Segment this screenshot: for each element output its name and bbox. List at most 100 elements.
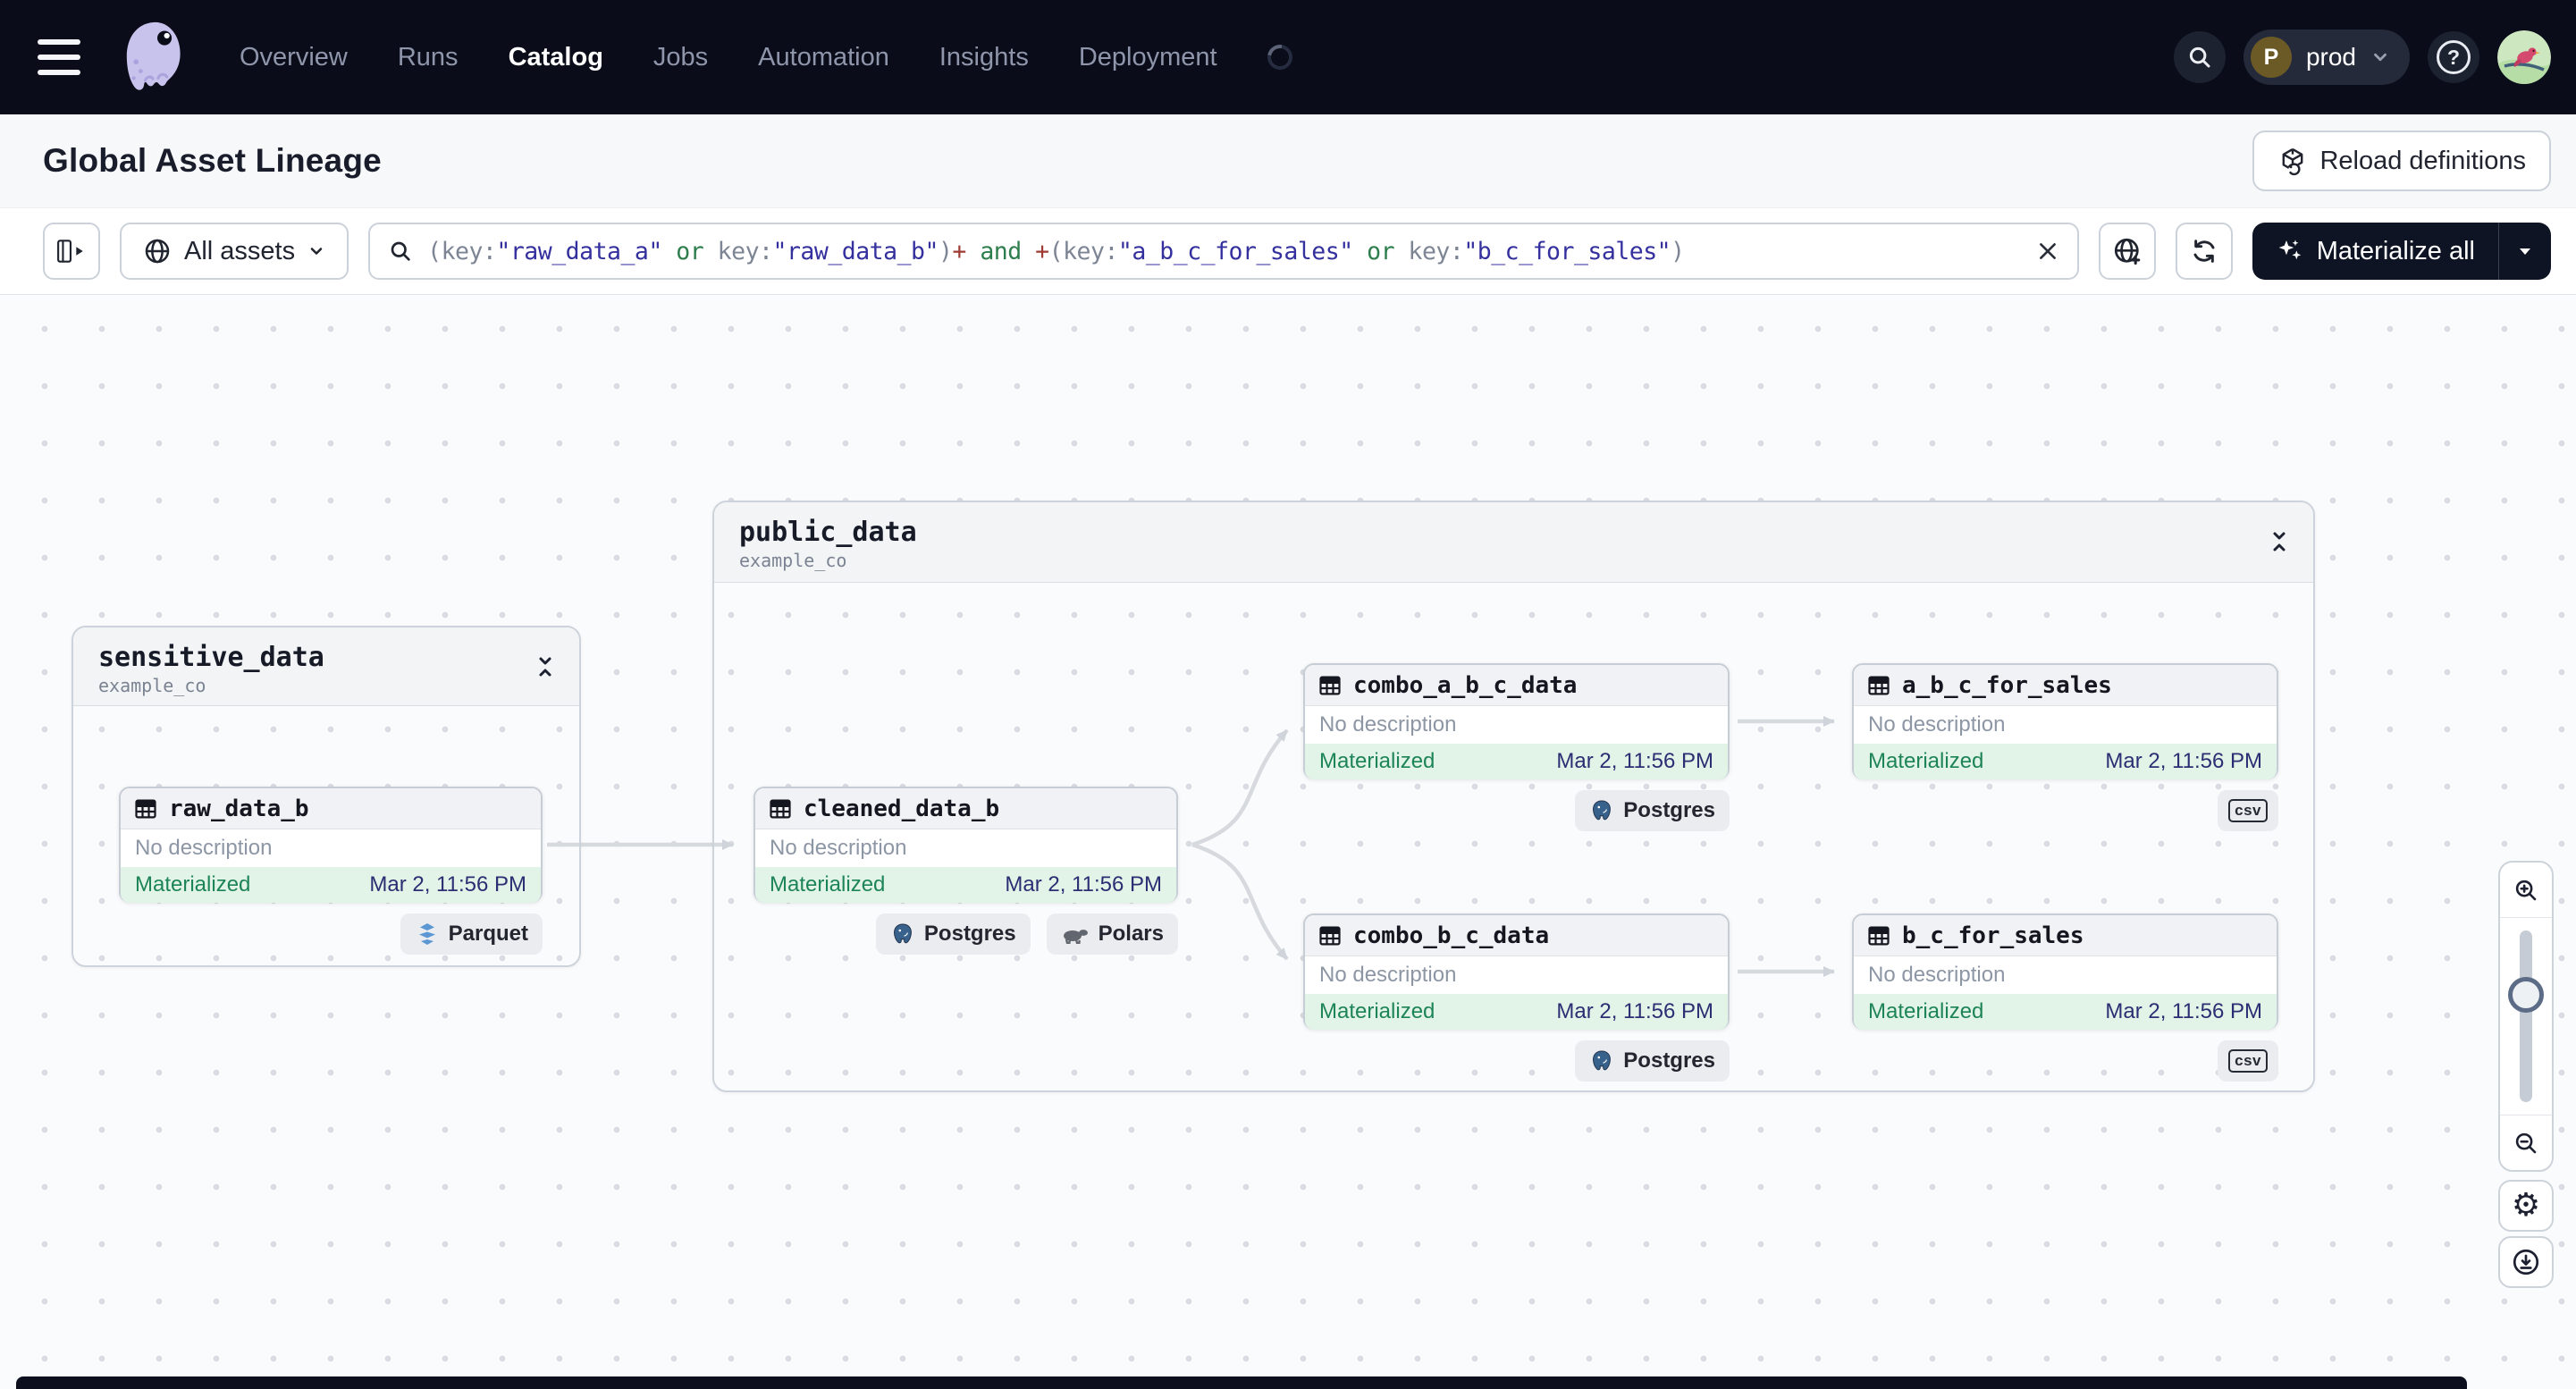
zoom-in-button[interactable] [2500,863,2552,918]
asset-node-raw-data-b[interactable]: raw_data_b No description Materialized M… [119,787,543,903]
refresh-button[interactable] [2175,223,2233,280]
deployment-switcher[interactable]: P prod [2243,29,2410,85]
node-header: combo_a_b_c_data [1305,665,1728,706]
asset-node-a-b-c-for-sales[interactable]: a_b_c_for_sales No description Materiali… [1852,663,2278,779]
parquet-icon [418,923,435,945]
page-header: Global Asset Lineage Reload definitions [0,114,2576,207]
reload-definitions-button[interactable]: Reload definitions [2252,130,2551,191]
kind-badge-csv[interactable]: csv [2218,1040,2278,1082]
nav-link-catalog[interactable]: Catalog [509,43,603,72]
open-in-new-scope-button[interactable] [2098,223,2156,280]
nav-link-overview[interactable]: Overview [240,43,348,72]
search-button[interactable] [2173,31,2226,83]
magnifier-icon [391,241,410,261]
reload-definitions-label: Reload definitions [2319,146,2526,175]
asset-scope-dropdown[interactable]: All assets [120,223,349,280]
zoom-in-icon [2515,880,2537,900]
reload-cube-icon [2283,147,2303,176]
deployment-avatar: P [2250,37,2292,78]
status-label: Materialized [135,872,251,897]
chevron-down-icon [2374,53,2387,62]
materialize-all-button[interactable]: Materialize all [2252,223,2498,280]
asset-node-cleaned-data-b[interactable]: cleaned_data_b No description Materializ… [753,787,1178,903]
dagster-logo[interactable] [120,20,189,95]
deployment-name: prod [2305,43,2356,71]
help-button[interactable]: ? [2428,31,2479,83]
kind-badge-postgres[interactable]: Postgres [875,913,1031,955]
group-location: example_co [98,675,206,696]
lineage-canvas[interactable]: sensitive_data example_co public_data ex… [0,295,2576,1389]
badge-row: Postgres [1303,790,1730,831]
table-icon [1319,926,1341,945]
zoom-out-button[interactable] [2500,1115,2552,1170]
clear-icon[interactable] [2036,240,2059,263]
asset-search-input[interactable]: (key:"raw_data_a" or key:"raw_data_b")+ … [368,223,2079,280]
search-icon [2189,46,2210,68]
materialize-options-button[interactable] [2499,223,2551,280]
asset-node-combo-b-c-data[interactable]: combo_b_c_data No description Materializ… [1303,913,1730,1030]
graph-settings-button[interactable]: ⚙ [2498,1180,2554,1232]
collapse-group-button[interactable] [527,649,563,685]
node-header: raw_data_b [121,788,541,829]
user-avatar[interactable] [2497,30,2551,84]
collapse-icon [539,657,551,677]
materialization-timestamp[interactable]: Mar 2, 11:56 PM [2105,999,2262,1024]
asset-name: cleaned_data_b [804,795,1000,822]
table-icon [135,799,156,818]
kind-badge-parquet[interactable]: Parquet [400,913,543,955]
materialization-timestamp[interactable]: Mar 2, 11:56 PM [2105,749,2262,774]
table-icon [1868,926,1890,945]
table-icon [770,799,791,818]
zoom-out-icon [2515,1132,2537,1153]
postgres-icon [893,923,912,944]
kind-badge-postgres[interactable]: Postgres [1575,1040,1730,1082]
refresh-icon [2193,240,2215,263]
badge-row: Parquet [119,913,543,955]
status-label: Materialized [1319,749,1435,773]
zoom-slider[interactable] [2500,918,2552,1115]
asset-node-combo-a-b-c-data[interactable]: combo_a_b_c_data No description Material… [1303,663,1730,779]
materialization-timestamp[interactable]: Mar 2, 11:56 PM [1556,749,1713,774]
polars-icon [1063,930,1088,944]
badge-row: Postgres Polars [753,913,1178,955]
badge-label: Postgres [1623,798,1715,822]
asset-name: raw_data_b [169,795,309,822]
kind-badge-csv[interactable]: csv [2218,790,2278,831]
node-header: cleaned_data_b [755,788,1176,829]
asset-scope-label: All assets [184,236,296,265]
asset-status-bar: Materialized Mar 2, 11:56 PM [1854,744,2277,779]
group-name: public_data [739,517,917,548]
zoom-slider-track[interactable] [2520,930,2532,1102]
csv-icon: csv [2228,799,2268,822]
nav-link-insights[interactable]: Insights [939,43,1029,72]
materialize-all-split-button: Materialize all [2252,223,2551,280]
download-icon [2513,1249,2539,1275]
materialization-timestamp[interactable]: Mar 2, 11:56 PM [369,872,526,897]
badge-row: csv [1852,790,2278,831]
nav-link-deployment[interactable]: Deployment [1079,43,1217,72]
hamburger-icon[interactable] [38,29,95,86]
search-query-text: (key:"raw_data_a" or key:"raw_data_b")+ … [427,237,1685,265]
nav-link-jobs[interactable]: Jobs [653,43,708,72]
toggle-sidebar-button[interactable] [43,223,100,280]
chevron-down-icon [2520,248,2530,255]
bottom-panel-edge[interactable] [16,1376,2467,1389]
collapse-group-button[interactable] [2261,524,2297,560]
materialization-timestamp[interactable]: Mar 2, 11:56 PM [1556,999,1713,1024]
nav-link-runs[interactable]: Runs [398,43,459,72]
asset-status-bar: Materialized Mar 2, 11:56 PM [1305,744,1728,779]
asset-node-b-c-for-sales[interactable]: b_c_for_sales No description Materialize… [1852,913,2278,1030]
nav-right-cluster: P prod ? [2173,29,2551,85]
app-window: Overview Runs Catalog Jobs Automation In… [0,0,2576,1389]
loading-spinner [1262,39,1298,75]
chevron-down-icon [310,248,323,255]
zoom-slider-handle[interactable] [2508,977,2544,1013]
status-label: Materialized [1868,999,1984,1023]
nav-link-automation[interactable]: Automation [758,43,889,72]
kind-badge-polars[interactable]: Polars [1046,913,1178,955]
download-graph-button[interactable] [2498,1236,2554,1288]
asset-description: No description [770,836,907,860]
asset-description: No description [135,836,273,860]
materialization-timestamp[interactable]: Mar 2, 11:56 PM [1005,872,1162,897]
kind-badge-postgres[interactable]: Postgres [1575,790,1730,831]
